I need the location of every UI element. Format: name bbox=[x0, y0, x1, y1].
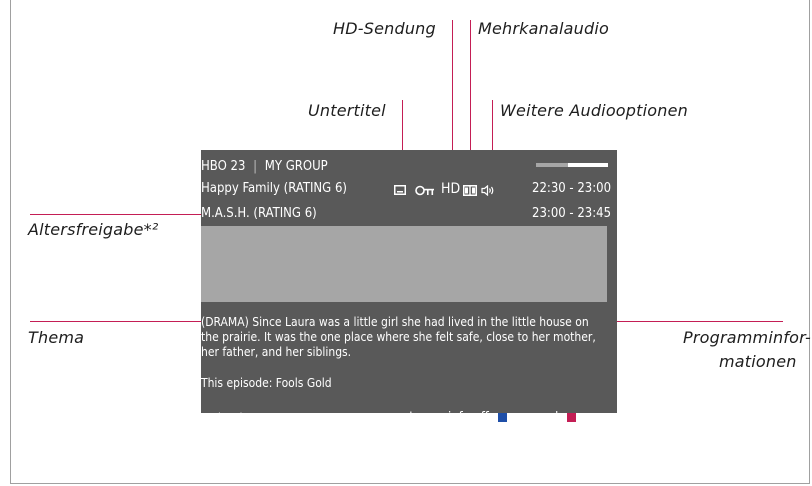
subtitle-icon bbox=[394, 185, 406, 195]
tv-info-overlay: HBO 23 | MY GROUP Happy Family (RATING 6… bbox=[201, 150, 617, 425]
program-description: (DRAMA) Since Laura was a little girl sh… bbox=[201, 315, 596, 359]
next-program-time: 23:00 - 23:45 bbox=[532, 206, 612, 221]
blue-key-icon bbox=[497, 413, 507, 422]
next-program-title: M.A.S.H. (RATING 6) bbox=[201, 206, 317, 221]
pointer-program-info bbox=[603, 321, 783, 322]
current-program-title: Happy Family (RATING 6) bbox=[201, 181, 347, 196]
callout-subtitle: Untertitel bbox=[308, 101, 386, 120]
progress-bar bbox=[536, 163, 608, 167]
clock: 12:48 bbox=[585, 412, 611, 423]
header-separator: | bbox=[253, 159, 258, 174]
current-program-time: 22:30 - 23:00 bbox=[532, 181, 612, 196]
record-button[interactable]: record bbox=[521, 410, 577, 425]
video-preview-area bbox=[201, 226, 607, 302]
callout-audio-options: Weitere Audiooptionen bbox=[500, 101, 688, 120]
info-off-button[interactable]: info off bbox=[448, 410, 507, 425]
next-button[interactable]: next › bbox=[388, 410, 427, 425]
callout-program-info-line2: mationen bbox=[719, 352, 797, 371]
episode-title: This episode: Fools Gold bbox=[201, 376, 332, 390]
hd-icon: HD bbox=[441, 181, 461, 197]
footer-date: Wednesday, August 29 2008 bbox=[201, 412, 331, 423]
callout-hd: HD-Sendung bbox=[333, 19, 436, 38]
callout-multichannel: Mehrkanalaudio bbox=[478, 19, 609, 38]
info-off-label: info off bbox=[448, 410, 489, 425]
red-key-icon bbox=[567, 413, 577, 422]
dolby-icon bbox=[463, 185, 477, 196]
speaker-icon bbox=[481, 185, 494, 196]
callout-age-rating: Altersfreigabe*² bbox=[28, 220, 159, 239]
channel-header: HBO 23 | MY GROUP bbox=[201, 159, 328, 174]
progress-fill bbox=[536, 163, 569, 167]
pointer-genre bbox=[30, 321, 213, 322]
record-label: record bbox=[521, 410, 559, 425]
group-name: MY GROUP bbox=[264, 159, 328, 174]
callout-program-info-line1: Programminfor- bbox=[683, 328, 812, 347]
next-label: next bbox=[388, 410, 414, 425]
progress-remaining bbox=[568, 163, 608, 167]
channel-name: HBO 23 bbox=[201, 159, 246, 174]
chevron-right-icon: › bbox=[422, 410, 428, 425]
callout-genre: Thema bbox=[28, 328, 85, 347]
key-lock-icon bbox=[415, 185, 434, 196]
